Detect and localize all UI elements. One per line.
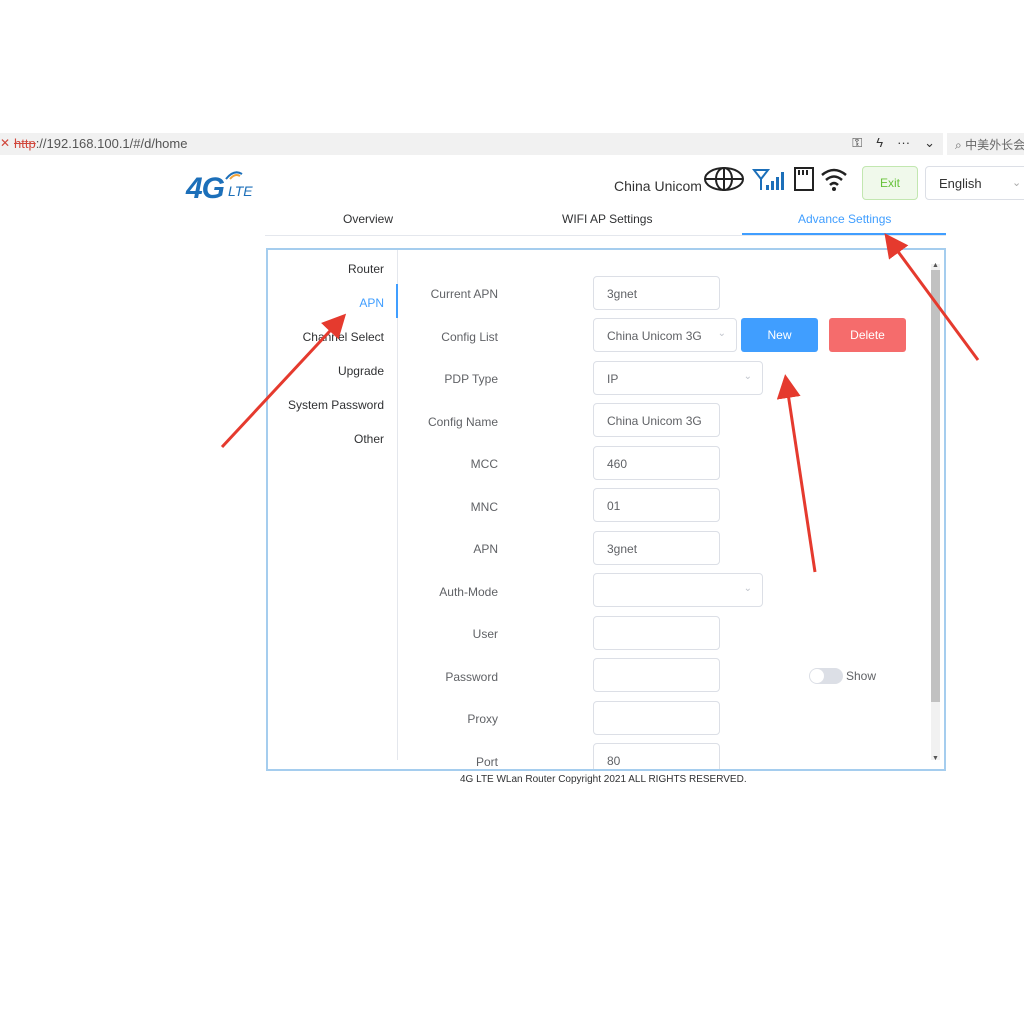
chevron-down-icon[interactable]: ⌄ — [924, 135, 935, 151]
sidebar-item-system-password[interactable]: System Password — [288, 398, 384, 412]
config-name-label: Config Name — [427, 415, 498, 429]
tab-overview[interactable]: Overview — [343, 212, 393, 226]
signal-arc-icon — [225, 171, 243, 180]
active-tab-indicator — [742, 233, 946, 235]
key-icon[interactable]: ⚿ — [852, 135, 862, 151]
wifi-icon — [820, 166, 848, 197]
password-label: Password — [445, 670, 498, 684]
new-button[interactable]: New — [741, 318, 818, 352]
carrier-name: China Unicom — [614, 178, 702, 194]
mcc-label: MCC — [470, 457, 498, 471]
proxy-label: Proxy — [467, 712, 498, 726]
language-select[interactable]: English ⌄ — [925, 166, 1024, 200]
footer-copyright: 4G LTE WLan Router Copyright 2021 ALL RI… — [460, 774, 747, 785]
port-field[interactable]: 80 — [593, 743, 720, 769]
apn-label: APN — [473, 542, 498, 556]
auth-mode-label: Auth-Mode — [439, 585, 498, 599]
show-password-toggle[interactable] — [809, 668, 843, 684]
bolt-icon[interactable]: ϟ — [876, 135, 883, 151]
current-apn-label: Current APN — [430, 287, 498, 301]
delete-button[interactable]: Delete — [829, 318, 906, 352]
mnc-label: MNC — [470, 500, 498, 514]
pdp-type-select[interactable]: IP ⌄ — [593, 361, 763, 395]
browser-search-box[interactable]: ⌕ 中美外长会 — [947, 133, 1024, 155]
show-password-label: Show — [846, 669, 877, 683]
toggle-knob — [810, 669, 824, 683]
pdp-type-label: PDP Type — [444, 372, 498, 386]
panel-scrollbar[interactable]: ▲ ▼ — [931, 262, 940, 762]
globe-icon — [704, 166, 744, 197]
sidebar-item-other[interactable]: Other — [354, 432, 384, 446]
port-label: Port — [475, 755, 498, 769]
user-label: User — [472, 627, 498, 641]
proxy-field[interactable] — [593, 701, 720, 735]
sidebar-item-router[interactable]: Router — [348, 262, 384, 276]
mcc-field[interactable]: 460 — [593, 446, 720, 480]
signal-icon — [751, 168, 788, 197]
address-bar[interactable]: ✕ http://192.168.100.1/#/d/home ⚿ ϟ ··· … — [0, 133, 943, 155]
sim-card-icon — [792, 166, 816, 197]
password-field[interactable] — [593, 658, 720, 692]
config-name-field[interactable]: China Unicom 3G — [593, 403, 720, 437]
current-apn-field[interactable]: 3gnet — [593, 276, 720, 310]
config-list-select[interactable]: China Unicom 3G ⌄ — [593, 318, 737, 352]
more-icon[interactable]: ··· — [897, 135, 910, 151]
user-field[interactable] — [593, 616, 720, 650]
chevron-down-icon: ⌄ — [743, 583, 752, 594]
logo: 4G LTE — [186, 168, 266, 208]
chevron-down-icon: ⌄ — [1012, 177, 1022, 189]
chevron-down-icon: ⌄ — [743, 371, 752, 382]
settings-panel: Router APN Channel Select Upgrade System… — [266, 248, 946, 771]
exit-button[interactable]: Exit — [862, 166, 918, 200]
browser-tools: ⚿ ϟ ··· ⌄ — [852, 135, 935, 151]
auth-mode-select[interactable]: ⌄ — [593, 573, 763, 607]
scroll-up-icon[interactable]: ▲ — [932, 262, 939, 269]
config-list-label: Config List — [441, 330, 498, 344]
url-text[interactable]: http://192.168.100.1/#/d/home — [14, 136, 187, 151]
insecure-icon: ✕ — [0, 136, 11, 150]
chevron-down-icon: ⌄ — [717, 328, 726, 339]
tab-advance-settings[interactable]: Advance Settings — [798, 212, 891, 226]
main-tabs: Overview WIFI AP Settings Advance Settin… — [265, 204, 946, 236]
search-icon: ⌕ — [955, 138, 962, 152]
tab-wifi-ap-settings[interactable]: WIFI AP Settings — [562, 212, 652, 226]
apn-field[interactable]: 3gnet — [593, 531, 720, 565]
mnc-field[interactable]: 01 — [593, 488, 720, 522]
scrollbar-thumb[interactable] — [931, 270, 940, 702]
scroll-down-icon[interactable]: ▼ — [932, 755, 939, 762]
